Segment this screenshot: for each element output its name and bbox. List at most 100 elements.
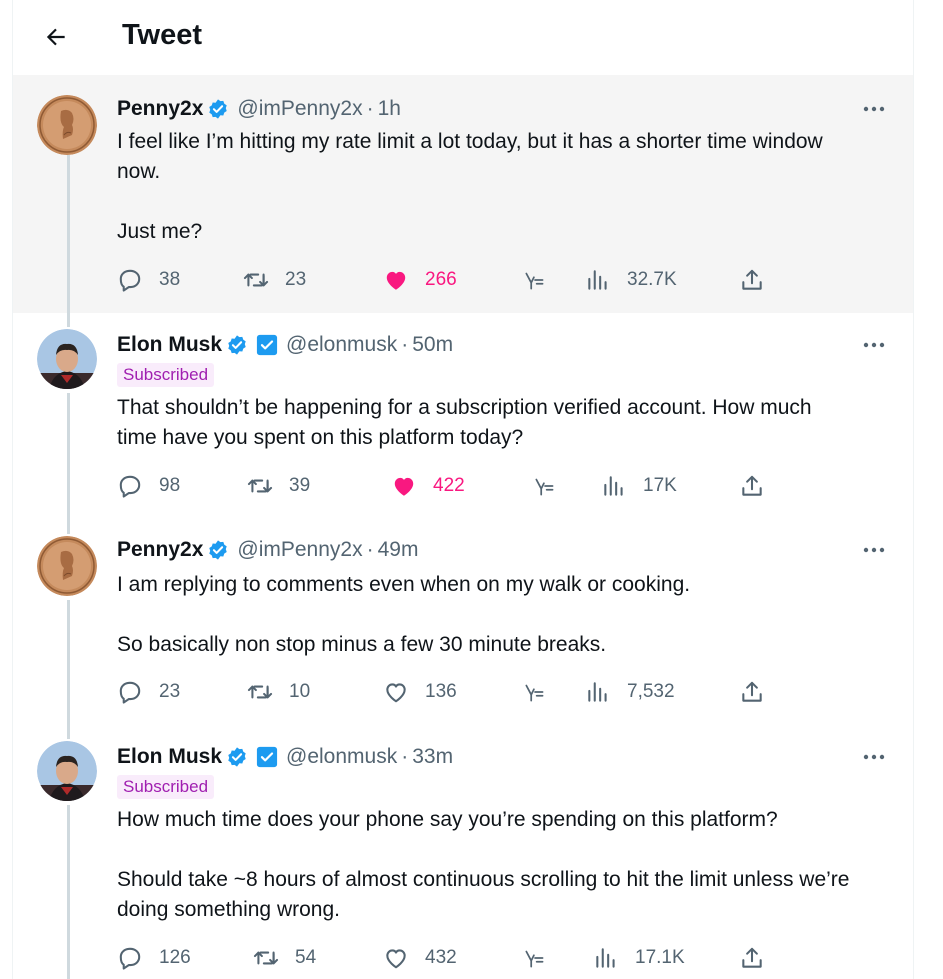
reply-button[interactable]: 126 — [117, 943, 191, 973]
tweet-author-row: Elon Musk @elonmusk · 33m — [117, 745, 453, 769]
separator-dot: · — [366, 538, 374, 561]
more-options-button[interactable] — [861, 745, 887, 769]
views-chart-icon — [604, 476, 623, 496]
tweet-text-line — [117, 187, 857, 217]
display-name[interactable]: Penny2x — [117, 538, 203, 562]
share-button[interactable] — [739, 943, 765, 973]
tweet-text: How much time does your phone say you’re… — [117, 805, 857, 925]
views-chart-icon — [596, 948, 615, 968]
more-dots-icon — [863, 106, 885, 112]
tweet[interactable]: Elon Musk @elonmusk · 50m Subscribed Tha… — [13, 313, 913, 520]
separator-dot: · — [401, 745, 409, 768]
affiliate-badge-icon — [256, 746, 278, 768]
reply-count: 38 — [159, 269, 181, 290]
downvote-button[interactable] — [532, 471, 558, 501]
reply-count: 126 — [159, 947, 191, 968]
display-name[interactable]: Elon Musk — [117, 745, 222, 769]
like-count: 136 — [425, 681, 457, 702]
back-button[interactable] — [39, 20, 73, 54]
retweet-button[interactable]: 39 — [247, 471, 310, 501]
reply-button[interactable]: 23 — [117, 677, 180, 707]
retweet-button[interactable]: 23 — [243, 265, 306, 295]
more-options-button[interactable] — [861, 97, 887, 121]
like-button[interactable]: 422 — [391, 471, 465, 501]
thread-line — [67, 600, 70, 725]
views-button[interactable]: 17K — [601, 471, 677, 501]
page-title: Tweet — [122, 19, 203, 51]
reply-icon — [119, 681, 141, 704]
like-button[interactable]: 432 — [383, 943, 457, 973]
tweet-text-line: I feel like I’m hitting my rate limit a … — [117, 130, 823, 183]
views-chart-icon — [588, 270, 607, 290]
tweet-author-row: Penny2x @imPenny2x · 1h — [117, 97, 401, 121]
timestamp[interactable]: 1h — [378, 97, 401, 121]
tweet-actions: 23 10 136 7,532 — [117, 677, 857, 707]
subscribed-badge: Subscribed — [117, 775, 215, 799]
subscribed-badge: Subscribed — [117, 363, 215, 387]
tweet-text-line — [117, 600, 857, 630]
display-name[interactable]: Penny2x — [117, 97, 203, 121]
timestamp[interactable]: 33m — [412, 745, 453, 769]
views-button[interactable]: 17.1K — [593, 943, 685, 973]
downvote-button[interactable] — [522, 265, 548, 295]
retweet-button[interactable]: 10 — [247, 677, 310, 707]
handle[interactable]: @elonmusk — [286, 333, 397, 357]
reply-icon — [119, 475, 141, 498]
retweet-button[interactable]: 54 — [253, 943, 316, 973]
view-count: 32.7K — [627, 269, 677, 290]
page-header: Tweet — [13, 0, 913, 75]
like-count: 422 — [433, 475, 465, 496]
views-button[interactable]: 7,532 — [585, 677, 675, 707]
more-options-button[interactable] — [861, 333, 887, 357]
handle[interactable]: @imPenny2x — [237, 97, 362, 121]
like-count: 432 — [425, 947, 457, 968]
tweet[interactable]: Penny2x @imPenny2x · 49m I am replying t… — [13, 520, 913, 725]
downvote-button[interactable] — [522, 943, 548, 973]
downvote-button[interactable] — [522, 677, 548, 707]
verified-badge-icon — [207, 539, 229, 561]
more-dots-icon — [863, 754, 885, 760]
elon-avatar-icon — [37, 741, 97, 801]
tweet-text-line: I am replying to comments even when on m… — [117, 573, 691, 596]
tweet-text-line: Should take ~8 hours of almost continuou… — [117, 868, 850, 921]
avatar[interactable] — [37, 329, 97, 389]
handle[interactable]: @elonmusk — [286, 745, 397, 769]
timestamp[interactable]: 49m — [378, 538, 419, 562]
more-options-button[interactable] — [861, 538, 887, 562]
timestamp[interactable]: 50m — [412, 333, 453, 357]
avatar[interactable] — [37, 536, 97, 596]
share-icon — [742, 269, 762, 290]
verified-badge-icon — [226, 334, 248, 356]
elon-avatar-icon — [37, 329, 97, 389]
share-icon — [742, 475, 762, 496]
reply-button[interactable]: 98 — [117, 471, 180, 501]
downvote-arrow-icon — [525, 684, 544, 702]
retweet-count: 54 — [295, 947, 317, 968]
reply-icon — [119, 947, 141, 970]
like-button[interactable]: 266 — [383, 265, 457, 295]
retweet-count: 23 — [285, 269, 307, 290]
heart-outline-icon — [386, 949, 406, 969]
display-name[interactable]: Elon Musk — [117, 333, 222, 357]
downvote-arrow-icon — [535, 478, 554, 496]
views-button[interactable]: 32.7K — [585, 265, 677, 295]
avatar[interactable] — [37, 741, 97, 801]
downvote-arrow-icon — [525, 950, 544, 968]
reply-button[interactable]: 38 — [117, 265, 180, 295]
like-button[interactable]: 136 — [383, 677, 457, 707]
share-button[interactable] — [739, 471, 765, 501]
tweet-author-row: Elon Musk @elonmusk · 50m — [117, 333, 453, 357]
share-button[interactable] — [739, 677, 765, 707]
share-button[interactable] — [739, 265, 765, 295]
tweet-text-line: So basically non stop minus a few 30 min… — [117, 633, 607, 656]
tweet-actions: 98 39 422 17K — [117, 471, 857, 501]
tweet[interactable]: Elon Musk @elonmusk · 33m Subscribed How… — [13, 725, 913, 979]
handle[interactable]: @imPenny2x — [237, 538, 362, 562]
views-chart-icon — [588, 682, 607, 702]
more-dots-icon — [863, 547, 885, 553]
avatar[interactable] — [37, 95, 97, 155]
tweet-text-line: Just me? — [117, 220, 203, 243]
tweet[interactable]: Penny2x @imPenny2x · 1h I feel like I’m … — [13, 75, 913, 313]
like-count: 266 — [425, 269, 457, 290]
tweet-text-line: How much time does your phone say you’re… — [117, 808, 778, 831]
